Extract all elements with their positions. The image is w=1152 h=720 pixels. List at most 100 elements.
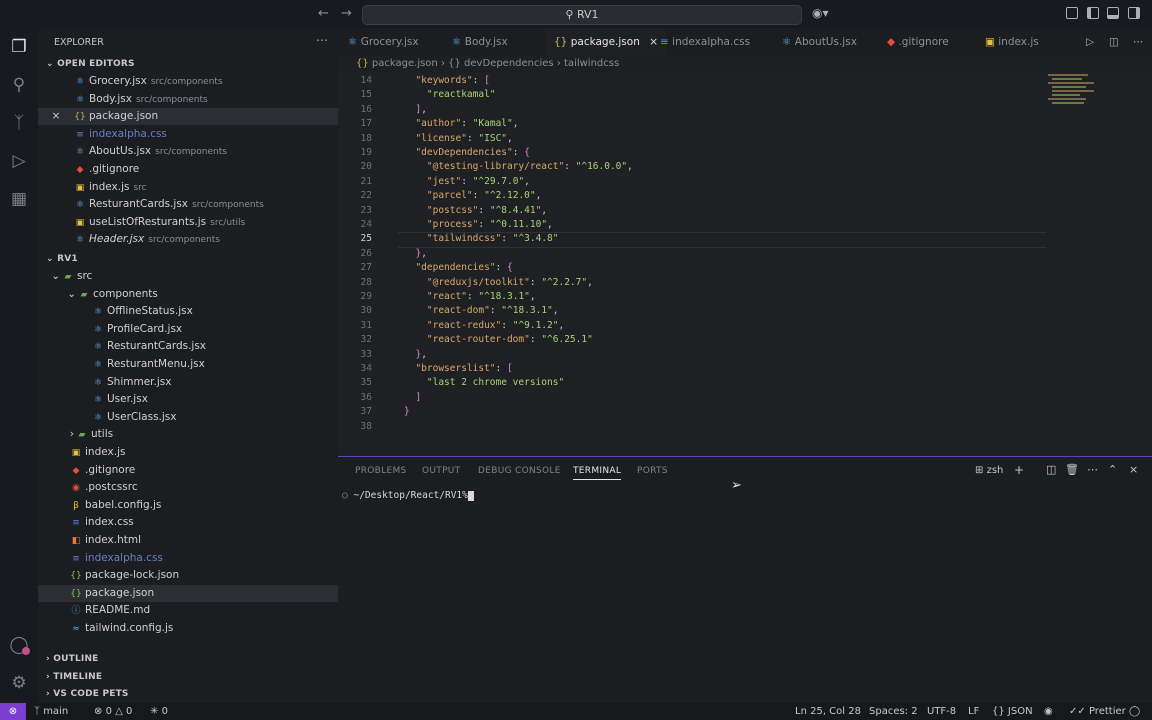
- open-editor-item[interactable]: ⚛ ResturantCards.jsx src/components: [38, 196, 338, 213]
- close-icon[interactable]: ×: [38, 108, 74, 125]
- more-actions-icon[interactable]: ⋯: [1133, 28, 1144, 56]
- tab-problems[interactable]: PROBLEMS: [355, 466, 407, 476]
- code-line: "keywords": [: [415, 75, 490, 86]
- tab-indexalpha[interactable]: ≡ indexalpha.css: [660, 28, 750, 56]
- back-arrow-icon[interactable]: ←: [318, 6, 329, 21]
- file-item[interactable]: ⚛ ResturantMenu.jsx: [38, 356, 338, 373]
- code-line: ],: [415, 103, 427, 115]
- breadcrumb-item[interactable]: package.json: [372, 58, 438, 69]
- settings-gear-icon[interactable]: ⚙: [8, 672, 30, 694]
- timeline-section[interactable]: › TIMELINE: [46, 672, 102, 682]
- tab-debug-console[interactable]: DEBUG CONSOLE: [478, 466, 561, 476]
- problems-indicator[interactable]: ⊗ 0 △ 0: [94, 703, 132, 720]
- editor-tabs: ⚛ Grocery.jsx ⚛ Body.jsx {} package.json…: [338, 28, 1152, 56]
- split-editor-icon[interactable]: ◫: [1109, 28, 1119, 56]
- explorer-icon[interactable]: ❐: [8, 36, 30, 58]
- breadcrumb: {} package.json › {} devDependencies › t…: [338, 56, 1152, 72]
- file-item[interactable]: ⚛ OfflineStatus.jsx: [38, 303, 338, 320]
- close-icon[interactable]: ×: [649, 36, 658, 48]
- source-control-icon[interactable]: ᛉ: [8, 112, 30, 134]
- remote-indicator-icon[interactable]: ⊗: [0, 703, 26, 720]
- tab-gitignore[interactable]: ◆ .gitignore: [887, 28, 949, 56]
- language-mode[interactable]: {} JSON: [992, 703, 1033, 720]
- branch-indicator[interactable]: ᛉ main: [34, 703, 68, 720]
- toggle-panel-icon[interactable]: [1107, 7, 1119, 19]
- tab-index-js[interactable]: ▣ index.js: [985, 28, 1039, 56]
- search-icon[interactable]: ⚲: [8, 74, 30, 96]
- breadcrumb-item[interactable]: {} devDependencies: [448, 58, 554, 69]
- tab-output[interactable]: OUTPUT: [422, 466, 460, 476]
- file-item[interactable]: ◧ index.html: [38, 532, 338, 549]
- open-editors-section[interactable]: ⌄ OPEN EDITORS: [46, 59, 135, 69]
- tab-package-json[interactable]: {} package.json ×: [546, 28, 667, 56]
- line-number: 14: [360, 75, 372, 86]
- folder-item[interactable]: ⌄ ▰ src: [38, 268, 338, 285]
- open-editor-item[interactable]: ⚛ Body.jsx src/components: [38, 91, 338, 108]
- run-debug-icon[interactable]: ▷: [8, 150, 30, 172]
- tab-ports[interactable]: PORTS: [637, 466, 668, 476]
- open-editor-item[interactable]: ×{} package.json: [38, 108, 338, 126]
- toggle-secondary-sidebar-icon[interactable]: [1128, 7, 1140, 19]
- extensions-icon[interactable]: ▦: [8, 188, 30, 210]
- file-item[interactable]: ◆ .gitignore: [38, 462, 338, 479]
- more-actions-icon[interactable]: ⋯: [316, 33, 328, 47]
- file-item[interactable]: ▣ index.js: [38, 444, 338, 461]
- file-item[interactable]: ≈ tailwind.config.js: [38, 620, 338, 637]
- file-item[interactable]: ⚛ UserClass.jsx: [38, 409, 338, 426]
- tab-body[interactable]: ⚛ Body.jsx: [452, 28, 508, 56]
- file-item[interactable]: ⚛ Shimmer.jsx: [38, 374, 338, 391]
- file-item[interactable]: {} package.json: [38, 584, 338, 602]
- minimap[interactable]: [1046, 72, 1106, 132]
- run-icon[interactable]: ▷: [1086, 28, 1094, 56]
- code-editor[interactable]: 14 "keywords": [15 "reactkamal" 16 ], 17 "…: [338, 72, 1152, 455]
- file-item[interactable]: ≡ index.css: [38, 514, 338, 531]
- open-editor-item[interactable]: ⚛ Grocery.jsx src/components: [38, 73, 338, 90]
- notifications-bell-icon[interactable]: ◯: [1129, 703, 1140, 720]
- copilot-icon[interactable]: ◉▾: [812, 6, 829, 20]
- file-item[interactable]: ⚛ User.jsx: [38, 391, 338, 408]
- outline-section[interactable]: › OUTLINE: [46, 654, 99, 664]
- open-editor-item[interactable]: ≡ indexalpha.css: [38, 126, 338, 143]
- prettier-status[interactable]: ✓✓ Prettier: [1069, 703, 1126, 720]
- breadcrumb-item[interactable]: tailwindcss: [564, 58, 619, 69]
- close-panel-icon[interactable]: ×: [1129, 463, 1138, 476]
- file-name: useListOfResturants.js: [89, 215, 207, 228]
- folder-item[interactable]: ⌄ ▰ components: [38, 286, 338, 303]
- open-editor-item[interactable]: ⚛ AboutUs.jsx src/components: [38, 143, 338, 160]
- open-editor-item[interactable]: ⚛ Header.jsx src/components: [38, 231, 338, 248]
- open-editor-item[interactable]: ◆ .gitignore: [38, 161, 338, 178]
- indentation[interactable]: Spaces: 2: [869, 703, 918, 720]
- trash-icon[interactable]: 🗑: [1065, 463, 1079, 476]
- layout-icon[interactable]: [1066, 7, 1078, 19]
- more-actions-icon[interactable]: ⋯: [1087, 463, 1098, 476]
- terminal-output[interactable]: ○ ~/Desktop/React/RV1%: [342, 490, 474, 501]
- open-editor-item[interactable]: ▣ useListOfResturants.js src/utils: [38, 214, 338, 231]
- file-item[interactable]: ≡ indexalpha.css: [38, 550, 338, 567]
- ports-indicator[interactable]: ✳ 0: [150, 703, 168, 720]
- folder-item[interactable]: › ▰ utils: [38, 426, 338, 443]
- cursor-position[interactable]: Ln 25, Col 28: [795, 703, 861, 720]
- tab-aboutus[interactable]: ⚛ AboutUs.jsx: [782, 28, 857, 56]
- project-section[interactable]: ⌄ RV1: [46, 254, 78, 264]
- maximize-panel-icon[interactable]: ⌃: [1108, 463, 1117, 476]
- command-center[interactable]: ⚲ RV1: [362, 5, 802, 25]
- split-terminal-icon[interactable]: ◫: [1046, 463, 1056, 476]
- file-name: OfflineStatus.jsx: [107, 305, 193, 318]
- file-item[interactable]: {} package-lock.json: [38, 567, 338, 584]
- terminal-shell-selector[interactable]: ⊞ zsh: [975, 465, 1003, 476]
- open-editor-item[interactable]: ▣ index.js src: [38, 179, 338, 196]
- tab-terminal[interactable]: TERMINAL: [573, 466, 622, 480]
- file-item[interactable]: ⓘ README.md: [38, 602, 338, 619]
- file-item[interactable]: ⚛ ProfileCard.jsx: [38, 321, 338, 338]
- toggle-sidebar-icon[interactable]: [1087, 7, 1099, 19]
- forward-arrow-icon[interactable]: →: [341, 6, 352, 21]
- file-item[interactable]: β babel.config.js: [38, 497, 338, 514]
- tab-grocery[interactable]: ⚛ Grocery.jsx: [348, 28, 419, 56]
- encoding[interactable]: UTF-8: [927, 703, 956, 720]
- new-terminal-icon[interactable]: +: [1014, 463, 1024, 477]
- copilot-status-icon[interactable]: ◉: [1044, 703, 1053, 720]
- file-item[interactable]: ⚛ ResturantCards.jsx: [38, 338, 338, 355]
- file-item[interactable]: ◉ .postcssrc: [38, 479, 338, 496]
- vscode-pets-section[interactable]: › VS CODE PETS: [46, 689, 129, 699]
- line-ending[interactable]: LF: [968, 703, 979, 720]
